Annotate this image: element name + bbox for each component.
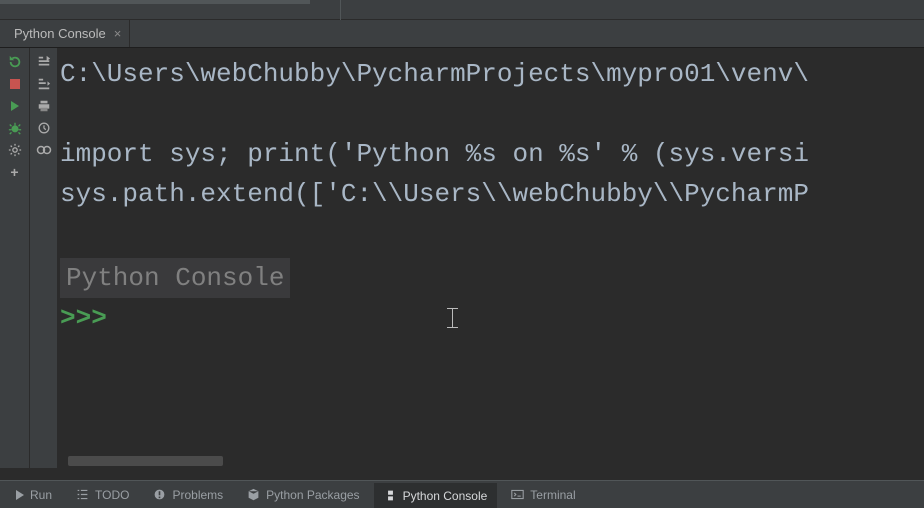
history-icon[interactable]: [36, 120, 52, 136]
horizontal-scrollbar[interactable]: [58, 456, 924, 466]
text-cursor-icon: [447, 308, 458, 328]
run-icon[interactable]: [7, 98, 23, 114]
close-icon[interactable]: ×: [114, 26, 122, 41]
toolbar-label: Python Console: [403, 489, 488, 503]
terminal-icon: [511, 488, 524, 501]
top-separator: [340, 0, 341, 20]
bottom-tool-bar: Run TODO Problems Python Packages Python…: [0, 480, 924, 508]
toolbar-python-packages[interactable]: Python Packages: [237, 481, 369, 508]
problems-icon: [153, 488, 166, 501]
rerun-icon[interactable]: [7, 54, 23, 70]
toolbar-run[interactable]: Run: [6, 481, 62, 508]
toolbar-label: Python Packages: [266, 488, 359, 502]
scroll-thumb[interactable]: [68, 456, 223, 466]
tab-python-console[interactable]: Python Console ×: [0, 20, 130, 47]
console-line-syspath: sys.path.extend(['C:\\Users\\webChubby\\…: [58, 174, 924, 214]
toolbar-label: Run: [30, 488, 52, 502]
link-icon[interactable]: [36, 142, 52, 158]
left-toolbar-secondary: [30, 48, 58, 468]
console-session-label: Python Console: [60, 258, 290, 298]
console-line-import: import sys; print('Python %s on %s' % (s…: [58, 134, 924, 174]
console-prompt: >>>: [58, 298, 107, 338]
console-blank-line2: [58, 214, 924, 258]
top-highlight: [0, 0, 310, 4]
scroll-end-icon[interactable]: [36, 76, 52, 92]
console-prompt-row[interactable]: >>>: [58, 298, 924, 338]
toolbar-python-console[interactable]: Python Console: [374, 481, 498, 508]
toolbar-label: Problems: [172, 488, 223, 502]
todo-icon: [76, 488, 89, 501]
new-console-icon[interactable]: +: [7, 164, 23, 180]
editor-top-strip: [0, 0, 924, 20]
stop-icon[interactable]: [7, 76, 23, 92]
toolbar-terminal[interactable]: Terminal: [501, 481, 585, 508]
toolbar-todo[interactable]: TODO: [66, 481, 139, 508]
console-output[interactable]: C:\Users\webChubby\PycharmProjects\mypro…: [58, 48, 924, 468]
settings-icon[interactable]: [7, 142, 23, 158]
console-body: + C:\Users\webChubby\PycharmProjects\myp…: [0, 48, 924, 468]
console-blank-line: [58, 94, 924, 134]
python-icon: [384, 489, 397, 502]
packages-icon: [247, 488, 260, 501]
print-icon[interactable]: [36, 98, 52, 114]
toolbar-label: TODO: [95, 488, 129, 502]
run-icon: [16, 490, 24, 500]
console-line-path: C:\Users\webChubby\PycharmProjects\mypro…: [58, 54, 924, 94]
console-session-label-row: Python Console: [58, 258, 924, 298]
tool-window-tabs: Python Console ×: [0, 20, 924, 48]
tab-label: Python Console: [14, 26, 106, 41]
toolbar-label: Terminal: [530, 488, 575, 502]
toolbar-problems[interactable]: Problems: [143, 481, 233, 508]
left-toolbar-primary: +: [0, 48, 30, 468]
show-vars-icon[interactable]: [36, 54, 52, 70]
debug-icon[interactable]: [7, 120, 23, 136]
